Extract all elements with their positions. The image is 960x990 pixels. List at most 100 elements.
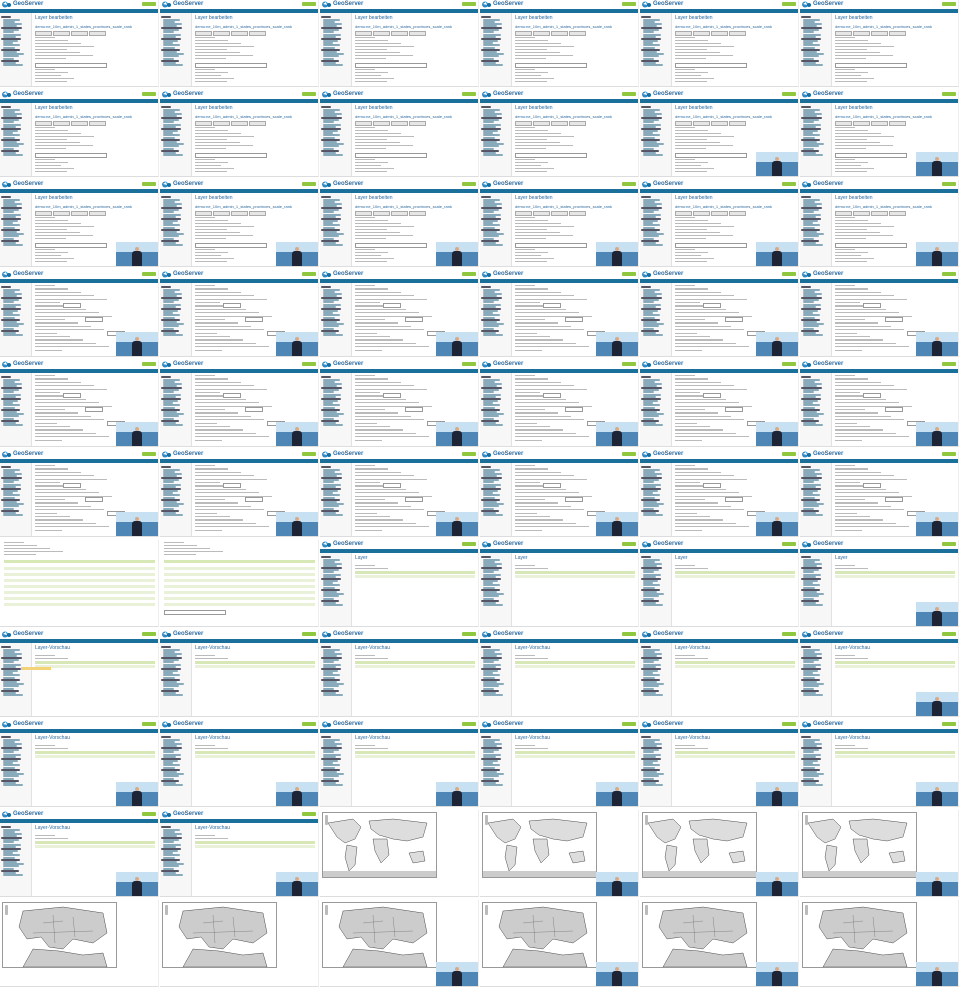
- sidebar-item[interactable]: [3, 865, 19, 867]
- tab-button[interactable]: [71, 211, 88, 216]
- tab-button[interactable]: [409, 31, 426, 36]
- sidebar-item[interactable]: [643, 244, 663, 246]
- sidebar-item[interactable]: [643, 404, 660, 406]
- logout-button[interactable]: [942, 452, 956, 456]
- sidebar-item[interactable]: [803, 505, 819, 507]
- sidebar-item[interactable]: [163, 674, 180, 676]
- sidebar-item[interactable]: [323, 694, 343, 696]
- sidebar-item[interactable]: [481, 106, 491, 108]
- sidebar-item[interactable]: [483, 584, 500, 586]
- tab-button[interactable]: [551, 31, 568, 36]
- text-input[interactable]: [195, 63, 267, 68]
- sidebar-item[interactable]: [1, 826, 11, 828]
- sidebar-item[interactable]: [803, 415, 819, 417]
- sidebar-item[interactable]: [801, 556, 811, 558]
- sidebar-item[interactable]: [3, 784, 23, 786]
- sidebar-item[interactable]: [323, 145, 339, 147]
- sidebar-item[interactable]: [323, 301, 334, 303]
- sidebar-item[interactable]: [643, 44, 660, 46]
- sidebar-item[interactable]: [483, 31, 494, 33]
- logout-button[interactable]: [942, 92, 956, 96]
- sidebar-item[interactable]: [643, 424, 663, 426]
- sidebar-item[interactable]: [483, 571, 494, 573]
- app-brand[interactable]: GeoServer: [493, 721, 523, 728]
- logout-button[interactable]: [942, 362, 956, 366]
- sidebar-item[interactable]: [483, 391, 494, 393]
- text-input[interactable]: [223, 393, 241, 398]
- sidebar-item[interactable]: [3, 685, 19, 687]
- app-brand[interactable]: GeoServer: [333, 361, 363, 368]
- tab-button[interactable]: [53, 211, 70, 216]
- sidebar-item[interactable]: [481, 736, 491, 738]
- map-zoom-controls[interactable]: [325, 905, 328, 915]
- logout-button[interactable]: [142, 722, 156, 726]
- text-input[interactable]: [725, 407, 743, 412]
- tab-button[interactable]: [231, 121, 248, 126]
- tab-button[interactable]: [249, 211, 266, 216]
- sidebar-item[interactable]: [163, 55, 179, 57]
- sidebar-item[interactable]: [163, 314, 180, 316]
- text-input[interactable]: [515, 243, 587, 248]
- sidebar-item[interactable]: [163, 514, 183, 516]
- sidebar-item[interactable]: [483, 415, 499, 417]
- text-input[interactable]: [195, 243, 267, 248]
- sidebar-item[interactable]: [163, 244, 183, 246]
- world-map[interactable]: [803, 813, 916, 877]
- logout-button[interactable]: [462, 92, 476, 96]
- sidebar-item[interactable]: [3, 661, 14, 663]
- tab-button[interactable]: [853, 121, 870, 126]
- app-brand[interactable]: GeoServer: [813, 541, 843, 548]
- tab-button[interactable]: [89, 121, 106, 126]
- sidebar-item[interactable]: [483, 224, 500, 226]
- tab-button[interactable]: [853, 31, 870, 36]
- sidebar-item[interactable]: [481, 286, 491, 288]
- tab-button[interactable]: [213, 31, 230, 36]
- text-input[interactable]: [543, 483, 561, 488]
- app-brand[interactable]: GeoServer: [333, 721, 363, 728]
- sidebar-item[interactable]: [1, 736, 11, 738]
- logout-button[interactable]: [142, 452, 156, 456]
- sidebar-item[interactable]: [643, 224, 660, 226]
- tab-button[interactable]: [249, 31, 266, 36]
- sidebar-item[interactable]: [323, 55, 339, 57]
- sidebar-item[interactable]: [163, 235, 179, 237]
- app-brand[interactable]: GeoServer: [493, 541, 523, 548]
- europe-map[interactable]: [3, 903, 116, 967]
- sidebar-item[interactable]: [161, 736, 171, 738]
- sidebar-item[interactable]: [643, 685, 659, 687]
- app-brand[interactable]: GeoServer: [13, 631, 43, 638]
- tab-button[interactable]: [729, 211, 746, 216]
- sidebar-item[interactable]: [163, 661, 174, 663]
- logout-button[interactable]: [302, 452, 316, 456]
- map-preview[interactable]: [2, 902, 117, 968]
- sidebar-item[interactable]: [323, 391, 334, 393]
- sidebar-item[interactable]: [643, 334, 663, 336]
- sidebar-item[interactable]: [483, 55, 499, 57]
- text-input[interactable]: [565, 407, 583, 412]
- sidebar-item[interactable]: [323, 514, 343, 516]
- text-input[interactable]: [195, 153, 267, 158]
- sidebar-item[interactable]: [643, 764, 660, 766]
- sidebar-item[interactable]: [481, 646, 491, 648]
- map-zoom-controls[interactable]: [805, 905, 808, 915]
- europe-map[interactable]: [803, 903, 916, 967]
- sidebar-item[interactable]: [3, 121, 14, 123]
- sidebar-item[interactable]: [163, 134, 180, 136]
- tab-button[interactable]: [551, 121, 568, 126]
- sidebar-item[interactable]: [483, 314, 500, 316]
- table-row[interactable]: [355, 668, 475, 671]
- sidebar-item[interactable]: [481, 196, 491, 198]
- sidebar-item[interactable]: [3, 424, 23, 426]
- sidebar-item[interactable]: [803, 685, 819, 687]
- app-brand[interactable]: GeoServer: [173, 721, 203, 728]
- sidebar-item[interactable]: [163, 404, 180, 406]
- sidebar-item[interactable]: [803, 674, 820, 676]
- text-input[interactable]: [35, 153, 107, 158]
- sidebar-item[interactable]: [803, 595, 819, 597]
- sidebar-item[interactable]: [643, 571, 654, 573]
- logout-button[interactable]: [302, 632, 316, 636]
- sidebar-item[interactable]: [3, 854, 20, 856]
- table-row[interactable]: [835, 668, 955, 671]
- logout-button[interactable]: [302, 182, 316, 186]
- text-input[interactable]: [565, 497, 583, 502]
